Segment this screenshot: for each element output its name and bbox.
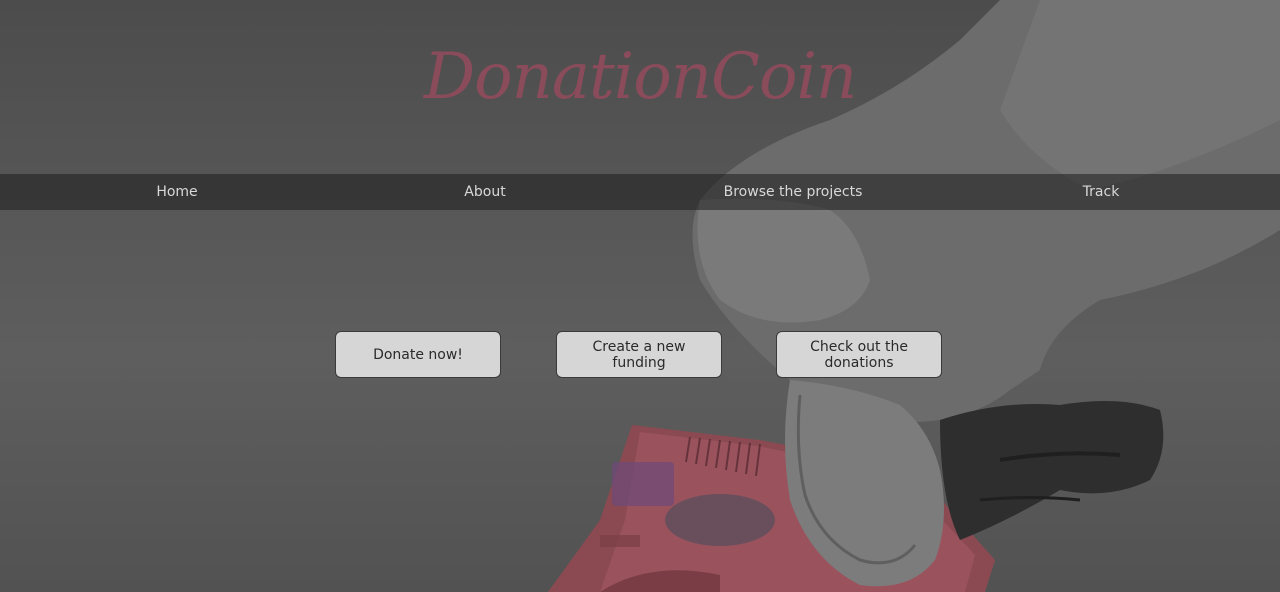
nav-item-track[interactable]: Track [1083,174,1120,210]
donate-now-button[interactable]: Donate now! [335,331,501,378]
landing-page: DonationCoin Home About Browse the proje… [0,0,1280,592]
create-funding-button[interactable]: Create a new funding [556,331,722,378]
nav-item-about[interactable]: About [464,174,505,210]
brand-logo: DonationCoin [423,40,857,114]
nav-item-browse-projects[interactable]: Browse the projects [724,174,863,210]
check-donations-button[interactable]: Check out the donations [776,331,942,378]
main-nav: Home About Browse the projects Track [0,174,1280,210]
nav-item-home[interactable]: Home [156,174,197,210]
